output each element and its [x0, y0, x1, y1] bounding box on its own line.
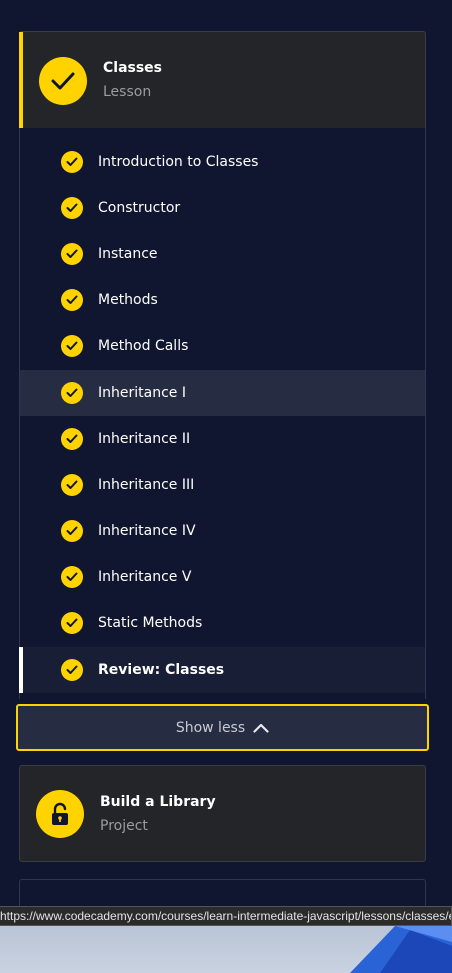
list-item-label: Constructor	[98, 200, 181, 216]
check-icon	[61, 659, 83, 681]
desktop-wallpaper	[0, 926, 452, 973]
active-accent-bar	[19, 32, 23, 129]
check-icon	[61, 243, 83, 265]
list-item-label: Introduction to Classes	[98, 154, 259, 170]
list-item[interactable]: Static Methods	[20, 600, 425, 646]
show-less-button[interactable]: Show less	[16, 704, 429, 751]
lock-icon	[36, 790, 84, 838]
check-icon	[61, 612, 83, 634]
check-circle-icon	[39, 57, 87, 105]
list-item-label: Inheritance III	[98, 477, 195, 493]
project-card-build-a-library[interactable]: Build a Library Project	[19, 765, 426, 862]
list-item-current[interactable]: Review: Classes	[19, 647, 425, 693]
list-item[interactable]: Inheritance III	[20, 462, 425, 508]
list-item-label: Method Calls	[98, 338, 189, 354]
lesson-title: Classes	[103, 60, 163, 76]
list-item-label: Instance	[98, 246, 158, 262]
status-bar-url: https://www.codecademy.com/courses/learn…	[0, 906, 452, 926]
list-item-label: Inheritance II	[98, 431, 191, 447]
list-item[interactable]: Inheritance II	[20, 416, 425, 462]
list-item-label: Methods	[98, 292, 158, 308]
list-item[interactable]: Method Calls	[20, 323, 425, 369]
check-icon	[61, 335, 83, 357]
list-item-label: Inheritance IV	[98, 523, 196, 539]
list-item[interactable]: Introduction to Classes	[20, 139, 425, 185]
list-item[interactable]: Inheritance IV	[20, 508, 425, 554]
check-icon	[61, 197, 83, 219]
chevron-up-icon	[253, 718, 269, 737]
project-title: Build a Library	[100, 794, 216, 810]
check-icon	[61, 566, 83, 588]
lesson-card-classes[interactable]: Classes Lesson	[19, 31, 426, 129]
list-item-label: Inheritance V	[98, 569, 192, 585]
list-item[interactable]: Inheritance I	[20, 370, 425, 416]
list-item[interactable]: Methods	[20, 277, 425, 323]
check-icon	[61, 520, 83, 542]
lesson-items-list: Introduction to Classes Constructor Inst…	[19, 128, 426, 699]
list-item-label: Static Methods	[98, 615, 203, 631]
list-item[interactable]: Inheritance V	[20, 554, 425, 600]
check-icon	[61, 382, 83, 404]
list-item-label: Inheritance I	[98, 385, 186, 401]
check-icon	[61, 151, 83, 173]
check-icon	[61, 474, 83, 496]
lesson-type-label: Lesson	[103, 84, 152, 100]
list-item[interactable]: Constructor	[20, 185, 425, 231]
list-item[interactable]: Instance	[20, 231, 425, 277]
project-type-label: Project	[100, 818, 148, 834]
check-icon	[61, 428, 83, 450]
list-item-label: Review: Classes	[98, 662, 225, 678]
show-less-label: Show less	[175, 719, 246, 736]
check-icon	[61, 289, 83, 311]
